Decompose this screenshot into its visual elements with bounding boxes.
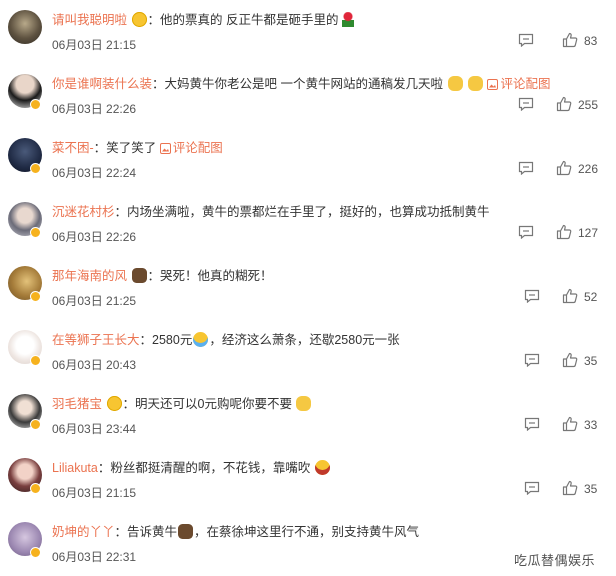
reply-icon[interactable] — [518, 97, 534, 111]
comment-time: 06月03日 21:15 — [52, 38, 137, 52]
comment-text: 告诉黄牛 — [127, 525, 178, 539]
comment-time: 06月03日 22:26 — [52, 102, 137, 116]
comment-row: 菜不困-：笑了笑了 评论配图 06月03日 22:24 226 — [0, 128, 616, 192]
comment-image-link[interactable]: 评论配图 — [173, 141, 223, 155]
verified-badge-icon — [30, 99, 41, 110]
like-icon[interactable] — [562, 32, 578, 48]
verified-badge-icon — [30, 355, 41, 366]
username[interactable]: 请叫我聪明啦 — [52, 13, 127, 27]
like-icon[interactable] — [562, 288, 578, 304]
like-count: 52 — [584, 290, 598, 304]
watermark: 吃瓜替偶娱乐 — [514, 553, 596, 568]
comment-time: 06月03日 20:43 — [52, 358, 137, 372]
laughing-emoji-icon — [314, 460, 330, 475]
username[interactable]: 羽毛猪宝 — [52, 397, 102, 411]
comment-time: 06月03日 21:25 — [52, 294, 137, 308]
verified-badge-icon — [30, 547, 41, 558]
reply-icon[interactable] — [518, 161, 534, 175]
comment-time: 06月03日 22:24 — [52, 166, 137, 180]
verified-badge-icon — [30, 227, 41, 238]
like-count: 127 — [578, 226, 599, 240]
comment-text: 大妈黄牛你老公是吧 一个黄牛网站的通稿发几天啦 — [164, 77, 444, 91]
verified-badge-icon — [30, 163, 41, 174]
like-icon[interactable] — [562, 480, 578, 496]
comment-row: Liliakuta：粉丝都挺清醒的啊，不花钱，靠嘴吹 06月03日 21:15 … — [0, 448, 616, 512]
username[interactable]: 那年海南的风 — [52, 269, 127, 283]
like-icon[interactable] — [556, 224, 572, 240]
like-count: 35 — [584, 482, 598, 496]
comment-row: 请叫我聪明啦 ：他的票真的 反正牛都是砸手里的 06月03日 21:15 83 — [0, 0, 616, 64]
avatar[interactable] — [8, 10, 42, 44]
comment-row: 沉迷花村杉：内场坐满啦，黄牛的票都烂在手里了，挺好的，也算成功抵制黄牛 06月0… — [0, 192, 616, 256]
hand-emoji-icon — [296, 396, 312, 411]
comment-row: 在等狮子王长大：2580元 ，经济这么萧条，还歇2580元一张 06月03日 20… — [0, 320, 616, 384]
username[interactable]: 菜不困- — [52, 141, 94, 155]
comment-time: 06月03日 21:15 — [52, 486, 137, 500]
cat-emoji-icon — [131, 268, 147, 283]
username[interactable]: 你是谁啊装什么装 — [52, 77, 152, 91]
like-count: 255 — [578, 98, 599, 112]
comment-row: 羽毛猪宝 ：明天还可以0元购呢你要不要 06月03日 23:44 33 — [0, 384, 616, 448]
username[interactable]: Liliakuta — [52, 461, 98, 475]
like-count: 35 — [584, 354, 598, 368]
like-count: 83 — [584, 34, 598, 48]
like-count: 33 — [584, 418, 598, 432]
comment-image-link[interactable]: 评论配图 — [500, 77, 550, 91]
like-count: 226 — [578, 162, 599, 176]
comment-text: 笑了笑了 — [106, 141, 157, 155]
comment-text: 哭死！他真的糊死！ — [160, 269, 273, 283]
like-icon[interactable] — [562, 352, 578, 368]
username[interactable]: 在等狮子王长大 — [52, 333, 140, 347]
rose-emoji-icon — [341, 12, 354, 27]
comment-row: 你是谁啊装什么装：大妈黄牛你老公是吧 一个黄牛网站的通稿发几天啦 评论配图 06… — [0, 64, 616, 128]
thumbs-emoji-icon — [447, 76, 463, 91]
reply-icon[interactable] — [524, 289, 540, 303]
heart-eyes-emoji-icon — [131, 12, 147, 27]
reply-icon[interactable] — [524, 417, 540, 431]
heart-eyes-emoji-icon — [106, 396, 122, 411]
comment-text: 明天还可以0元购呢你要不要 — [135, 397, 292, 411]
image-link-icon — [487, 79, 499, 90]
image-link-icon — [159, 143, 171, 154]
username[interactable]: 奶坤的丫丫 — [52, 525, 115, 539]
like-icon[interactable] — [556, 96, 572, 112]
like-icon[interactable] — [556, 160, 572, 176]
comment-text: 他的票真的 反正牛都是砸手里的 — [160, 13, 339, 27]
crying-laugh-emoji-icon — [193, 332, 209, 347]
comment-row: 那年海南的风 ：哭死！他真的糊死！ 06月03日 21:25 52 — [0, 256, 616, 320]
comment-text: 粉丝都挺清醒的啊，不花钱，靠嘴吹 — [110, 461, 311, 475]
verified-badge-icon — [30, 419, 41, 430]
comment-text: 2580元 — [152, 333, 193, 347]
comment-time: 06月03日 23:44 — [52, 422, 137, 436]
username[interactable]: 沉迷花村杉 — [52, 205, 115, 219]
comment-text-continued: ，经济这么萧条，还歇2580元一张 — [209, 333, 400, 347]
like-icon[interactable] — [562, 416, 578, 432]
reply-icon[interactable] — [524, 353, 540, 367]
reply-icon[interactable] — [518, 225, 534, 239]
comment-time: 06月03日 22:31 — [52, 550, 137, 564]
verified-badge-icon — [30, 291, 41, 302]
comment-time: 06月03日 22:26 — [52, 230, 137, 244]
verified-badge-icon — [30, 483, 41, 494]
reply-icon[interactable] — [524, 481, 540, 495]
thumbs-emoji-icon — [467, 76, 483, 91]
cat-emoji-icon — [178, 524, 194, 539]
reply-icon[interactable] — [518, 33, 534, 47]
comment-text: 内场坐满啦，黄牛的票都烂在手里了，挺好的，也算成功抵制黄牛 — [127, 205, 490, 219]
comment-text-continued: ，在蔡徐坤这里行不通，别支持黄牛风气 — [194, 525, 420, 539]
